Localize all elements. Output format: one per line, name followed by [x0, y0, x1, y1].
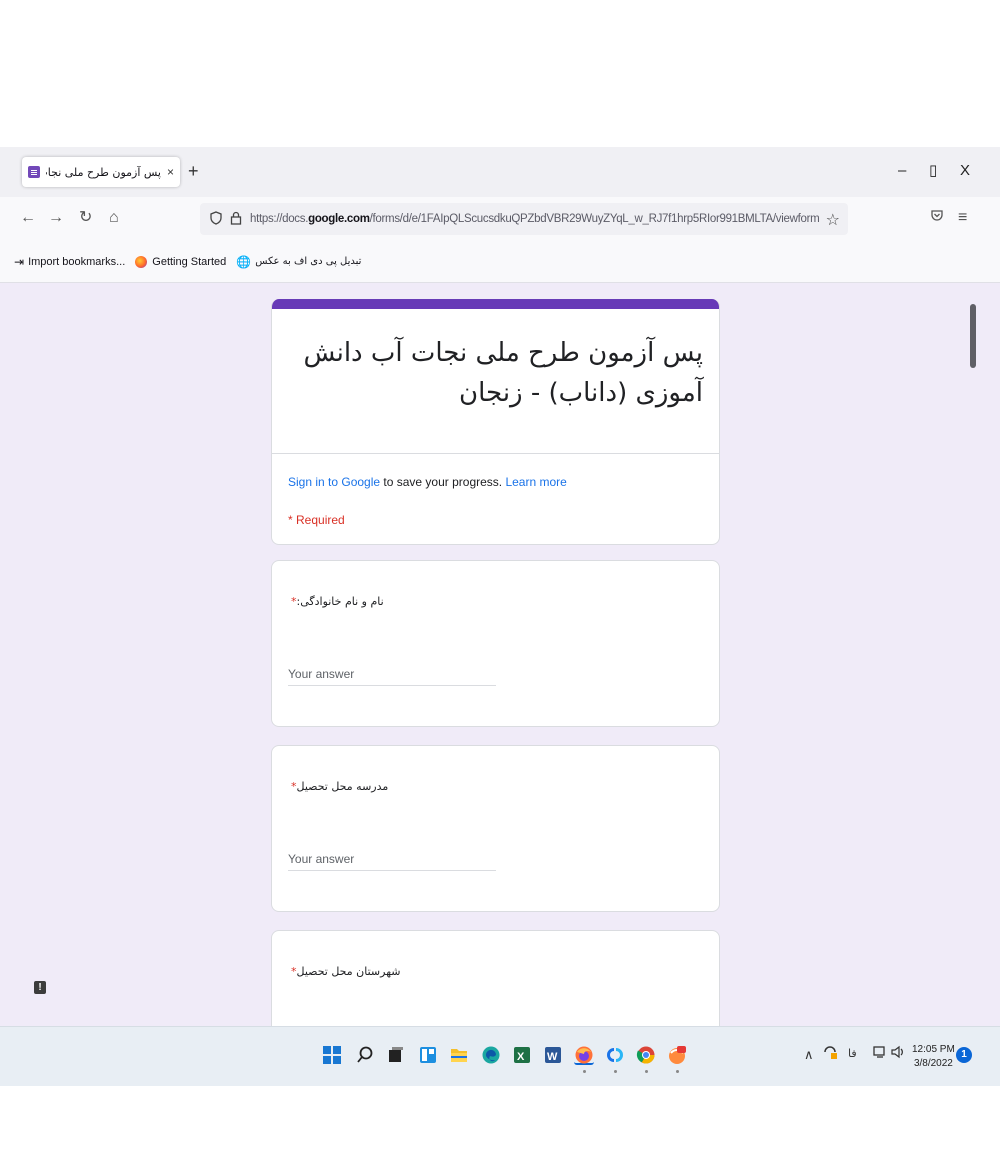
minimize-button[interactable]: –	[898, 161, 906, 181]
question-label: شهرستان محل تحصیل*	[291, 965, 401, 978]
bookmarks-bar: ⇥ Import bookmarks... Getting Started 🌐 …	[0, 241, 1000, 283]
firefox-icon	[135, 255, 148, 268]
address-bar[interactable]: https://docs.google.com/forms/d/e/1FAIpQ…	[200, 203, 848, 235]
screen: پس آزمون طرح ملی نجات آب دان × + – ▯ X ←…	[0, 147, 1000, 1086]
globe-icon: 🌐	[236, 254, 252, 269]
form-page: پس آزمون طرح ملی نجات آب دانش آموزی (دان…	[0, 284, 1000, 1026]
tab-form[interactable]: پس آزمون طرح ملی نجات آب دان ×	[22, 157, 180, 187]
chrome-icon[interactable]	[636, 1045, 656, 1073]
word-icon[interactable]: W	[543, 1045, 563, 1065]
start-icon[interactable]	[322, 1045, 342, 1065]
bookmark-getting-started[interactable]: Getting Started	[135, 255, 227, 268]
required-note: * Required	[288, 513, 345, 527]
menu-icon[interactable]: ≡	[958, 209, 967, 227]
pocket-icon[interactable]	[930, 209, 944, 228]
taskbar: X W ∧ فا 12:05 PM 3/8/2022 1	[0, 1026, 1000, 1086]
forward-button[interactable]: →	[48, 209, 64, 227]
bookmark-import[interactable]: ⇥ Import bookmarks...	[14, 255, 125, 269]
question-label: نام و نام خانوادگی:*	[291, 595, 384, 608]
language-indicator[interactable]: فا	[848, 1047, 857, 1060]
url-text[interactable]: https://docs.google.com/forms/d/e/1FAIpQ…	[250, 213, 819, 225]
scrollbar-thumb[interactable]	[970, 304, 976, 368]
question-card: مدرسه محل تحصیل*	[271, 745, 720, 912]
form-title: پس آزمون طرح ملی نجات آب دانش آموزی (دان…	[303, 338, 703, 408]
answer-input[interactable]	[288, 662, 496, 686]
question-card: نام و نام خانوادگی:*	[271, 560, 720, 727]
network-app-icon[interactable]	[822, 1043, 838, 1064]
tab-close-icon[interactable]: ×	[167, 165, 174, 179]
signin-link[interactable]: Sign in to Google	[288, 475, 380, 489]
accent-bar	[272, 299, 719, 309]
clock-time: 12:05 PM	[912, 1044, 955, 1055]
navigation-bar: ← → ↻ ⌂ https://docs.google.com/forms/d/…	[0, 197, 1000, 241]
bookmark-label: تبدیل پی دی اف به عکس	[255, 256, 362, 267]
question-card: شهرستان محل تحصیل*	[271, 930, 720, 1026]
file-explorer-icon[interactable]	[449, 1045, 469, 1065]
task-view-icon[interactable]	[386, 1045, 406, 1065]
bookmark-pdf-to-image[interactable]: 🌐 تبدیل پی دی اف به عکس	[236, 255, 361, 269]
lock-icon[interactable]	[230, 211, 242, 228]
tab-strip: پس آزمون طرح ملی نجات آب دان × + – ▯ X	[0, 147, 1000, 197]
import-icon: ⇥	[14, 254, 25, 269]
bookmark-star-icon[interactable]: ☆	[826, 210, 840, 230]
search-icon[interactable]	[355, 1045, 375, 1065]
feedback-icon[interactable]: !	[34, 981, 46, 994]
maximize-button[interactable]: ▯	[929, 161, 937, 181]
reload-button[interactable]: ↻	[79, 209, 92, 227]
firefox-taskbar-icon[interactable]	[574, 1045, 594, 1073]
bookmark-label: Getting Started	[152, 255, 227, 268]
widgets-icon[interactable]	[418, 1045, 438, 1065]
back-button[interactable]: ←	[20, 209, 36, 227]
signin-note: Sign in to Google to save your progress.…	[288, 475, 567, 489]
form-header-card: پس آزمون طرح ملی نجات آب دانش آموزی (دان…	[271, 299, 720, 545]
excel-icon[interactable]: X	[512, 1045, 532, 1065]
app-icon[interactable]	[605, 1045, 625, 1073]
svg-text:W: W	[547, 1051, 558, 1063]
app-164-icon[interactable]	[667, 1045, 687, 1073]
clock-date: 3/8/2022	[913, 1058, 953, 1069]
monitor-icon[interactable]	[873, 1045, 887, 1062]
divider	[272, 453, 719, 454]
clock[interactable]: 12:05 PM 3/8/2022	[912, 1043, 955, 1071]
edge-icon[interactable]	[481, 1045, 501, 1065]
tab-title: پس آزمون طرح ملی نجات آب دان	[46, 165, 161, 179]
new-tab-button[interactable]: +	[188, 161, 199, 181]
shield-icon[interactable]	[210, 210, 222, 228]
answer-input[interactable]	[288, 847, 496, 871]
svg-text:X: X	[517, 1051, 525, 1063]
close-window-button[interactable]: X	[960, 161, 970, 181]
home-button[interactable]: ⌂	[109, 209, 119, 227]
notification-badge[interactable]: 1	[956, 1047, 972, 1063]
speaker-icon[interactable]	[890, 1045, 906, 1062]
chevron-up-icon[interactable]: ∧	[804, 1047, 814, 1063]
forms-favicon-icon	[28, 166, 40, 178]
bookmark-label: Import bookmarks...	[28, 255, 126, 268]
learn-more-link[interactable]: Learn more	[505, 475, 566, 489]
question-label: مدرسه محل تحصیل*	[291, 780, 389, 793]
